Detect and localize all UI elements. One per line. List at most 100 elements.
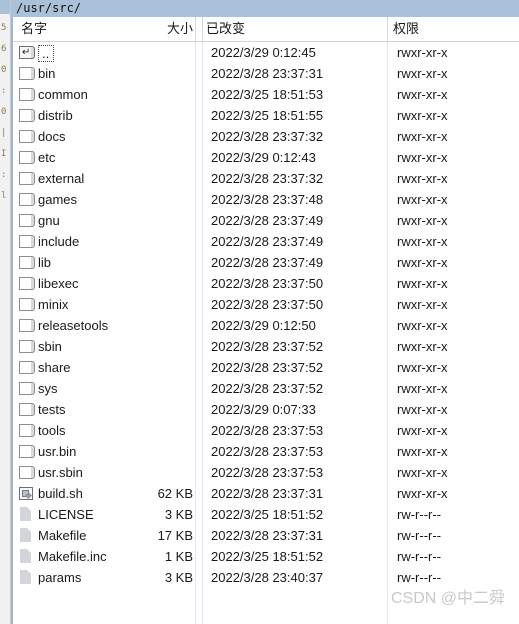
file-name-cell[interactable]: include [38, 231, 79, 252]
file-name-cell[interactable]: gnu [38, 210, 60, 231]
file-modified-cell: 2022/3/28 23:37:49 [211, 234, 324, 249]
file-name-cell[interactable]: lib [38, 252, 51, 273]
table-row[interactable]: sys 2022/3/28 23:37:52 rwxr-xr-x [13, 378, 519, 399]
file-size-cell [109, 84, 193, 105]
table-row[interactable]: params 3 KB 2022/3/28 23:40:37 rw-r--r-- [13, 567, 519, 588]
table-row[interactable]: sbin 2022/3/28 23:37:52 rwxr-xr-x [13, 336, 519, 357]
file-modified-cell: 2022/3/28 23:37:50 [211, 297, 324, 312]
table-row[interactable]: lib 2022/3/28 23:37:49 rwxr-xr-x [13, 252, 519, 273]
background-window-text-fragments: 5 6 0:0 | I: l [1, 23, 7, 201]
file-permissions-cell: rwxr-xr-x [397, 297, 448, 312]
folder-icon [19, 401, 35, 418]
file-name-cell[interactable]: sys [38, 378, 58, 399]
file-permissions-cell: rwxr-xr-x [397, 129, 448, 144]
file-permissions-cell: rwxr-xr-x [397, 213, 448, 228]
file-name-cell[interactable]: .. [38, 42, 55, 63]
folder-icon [19, 128, 35, 145]
table-row[interactable]: usr.sbin 2022/3/28 23:37:53 rwxr-xr-x [13, 462, 519, 483]
file-modified-cell: 2022/3/25 18:51:52 [211, 549, 324, 564]
file-modified-cell: 2022/3/28 23:37:31 [211, 528, 324, 543]
column-divider-size-modified[interactable] [202, 17, 203, 41]
path-bar[interactable]: /usr/src/ [11, 0, 519, 17]
file-modified-cell: 2022/3/25 18:51:52 [211, 507, 324, 522]
file-modified-cell: 2022/3/28 23:40:37 [211, 570, 324, 585]
table-row[interactable]: docs 2022/3/28 23:37:32 rwxr-xr-x [13, 126, 519, 147]
file-name-cell[interactable]: etc [38, 147, 55, 168]
file-modified-cell: 2022/3/28 23:37:31 [211, 66, 324, 81]
file-name-cell[interactable]: docs [38, 126, 65, 147]
table-row[interactable]: build.sh 62 KB 2022/3/28 23:37:31 rwxr-xr-x [13, 483, 519, 504]
file-size-cell [109, 42, 193, 63]
file-name-cell[interactable]: params [38, 567, 81, 588]
file-rows: ↵.. 2022/3/29 0:12:45 rwxr-xr-x bin 2022/3/2… [13, 42, 519, 624]
column-header-name[interactable]: 名字 [21, 17, 47, 41]
file-permissions-cell: rwxr-xr-x [397, 171, 448, 186]
column-divider-modified-permissions[interactable] [387, 17, 388, 41]
file-name-cell[interactable]: sbin [38, 336, 62, 357]
file-modified-cell: 2022/3/25 18:51:55 [211, 108, 324, 123]
file-permissions-cell: rwxr-xr-x [397, 150, 448, 165]
file-name-cell[interactable]: games [38, 189, 77, 210]
file-modified-cell: 2022/3/28 23:37:32 [211, 129, 324, 144]
file-modified-cell: 2022/3/28 23:37:53 [211, 465, 324, 480]
file-permissions-cell: rwxr-xr-x [397, 465, 448, 480]
file-name-cell[interactable]: releasetools [38, 315, 108, 336]
file-permissions-cell: rwxr-xr-x [397, 192, 448, 207]
table-row[interactable]: bin 2022/3/28 23:37:31 rwxr-xr-x [13, 63, 519, 84]
table-row[interactable]: tools 2022/3/28 23:37:53 rwxr-xr-x [13, 420, 519, 441]
table-row[interactable]: games 2022/3/28 23:37:48 rwxr-xr-x [13, 189, 519, 210]
file-name-cell[interactable]: distrib [38, 105, 73, 126]
file-size-cell [109, 126, 193, 147]
file-name-cell[interactable]: usr.sbin [38, 462, 83, 483]
file-name-cell[interactable]: share [38, 357, 71, 378]
file-name-cell[interactable]: libexec [38, 273, 78, 294]
file-modified-cell: 2022/3/28 23:37:52 [211, 339, 324, 354]
file-permissions-cell: rwxr-xr-x [397, 360, 448, 375]
table-row[interactable]: minix 2022/3/28 23:37:50 rwxr-xr-x [13, 294, 519, 315]
column-header-permissions[interactable]: 权限 [393, 17, 419, 41]
file-permissions-cell: rwxr-xr-x [397, 381, 448, 396]
table-row[interactable]: common 2022/3/25 18:51:53 rwxr-xr-x [13, 84, 519, 105]
table-row[interactable]: ↵.. 2022/3/29 0:12:45 rwxr-xr-x [13, 42, 519, 63]
column-divider-name-size[interactable] [195, 17, 196, 41]
table-row[interactable]: share 2022/3/28 23:37:52 rwxr-xr-x [13, 357, 519, 378]
file-modified-cell: 2022/3/28 23:37:48 [211, 192, 324, 207]
file-name-cell[interactable]: build.sh [38, 483, 83, 504]
file-name-cell[interactable]: Makefile.inc [38, 546, 107, 567]
file-name-cell[interactable]: minix [38, 294, 68, 315]
file-name-cell[interactable]: Makefile [38, 525, 86, 546]
column-header-size[interactable]: 大小 [109, 17, 193, 41]
file-modified-cell: 2022/3/28 23:37:53 [211, 423, 324, 438]
table-row[interactable]: libexec 2022/3/28 23:37:50 rwxr-xr-x [13, 273, 519, 294]
file-name-cell[interactable]: tests [38, 399, 65, 420]
column-header-row: 名字 大小 已改变 权限 [13, 17, 519, 42]
file-name-cell[interactable]: bin [38, 63, 55, 84]
file-permissions-cell: rwxr-xr-x [397, 486, 448, 501]
file-size-cell [109, 189, 193, 210]
background-window-sliver: 5 6 0:0 | I: l [0, 0, 11, 624]
file-name-cell[interactable]: usr.bin [38, 441, 76, 462]
file-permissions-cell: rwxr-xr-x [397, 339, 448, 354]
file-name-cell[interactable]: LICENSE [38, 504, 94, 525]
table-row[interactable]: include 2022/3/28 23:37:49 rwxr-xr-x [13, 231, 519, 252]
table-row[interactable]: releasetools 2022/3/29 0:12:50 rwxr-xr-x [13, 315, 519, 336]
folder-icon [19, 443, 35, 460]
file-size-cell [109, 105, 193, 126]
table-row[interactable]: etc 2022/3/29 0:12:43 rwxr-xr-x [13, 147, 519, 168]
table-row[interactable]: distrib 2022/3/25 18:51:55 rwxr-xr-x [13, 105, 519, 126]
table-row[interactable]: LICENSE 3 KB 2022/3/25 18:51:52 rw-r--r-- [13, 504, 519, 525]
column-header-modified[interactable]: 已改变 [206, 17, 245, 41]
table-row[interactable]: Makefile.inc 1 KB 2022/3/25 18:51:52 rw-r--… [13, 546, 519, 567]
file-size-cell [109, 441, 193, 462]
table-row[interactable]: gnu 2022/3/28 23:37:49 rwxr-xr-x [13, 210, 519, 231]
file-name-cell[interactable]: tools [38, 420, 65, 441]
file-size-cell [109, 168, 193, 189]
file-name-cell[interactable]: external [38, 168, 84, 189]
file-name-cell[interactable]: common [38, 84, 88, 105]
file-permissions-cell: rwxr-xr-x [397, 87, 448, 102]
script-file-icon [19, 485, 35, 502]
table-row[interactable]: Makefile 17 KB 2022/3/28 23:37:31 rw-r--r-- [13, 525, 519, 546]
table-row[interactable]: external 2022/3/28 23:37:32 rwxr-xr-x [13, 168, 519, 189]
table-row[interactable]: usr.bin 2022/3/28 23:37:53 rwxr-xr-x [13, 441, 519, 462]
table-row[interactable]: tests 2022/3/29 0:07:33 rwxr-xr-x [13, 399, 519, 420]
